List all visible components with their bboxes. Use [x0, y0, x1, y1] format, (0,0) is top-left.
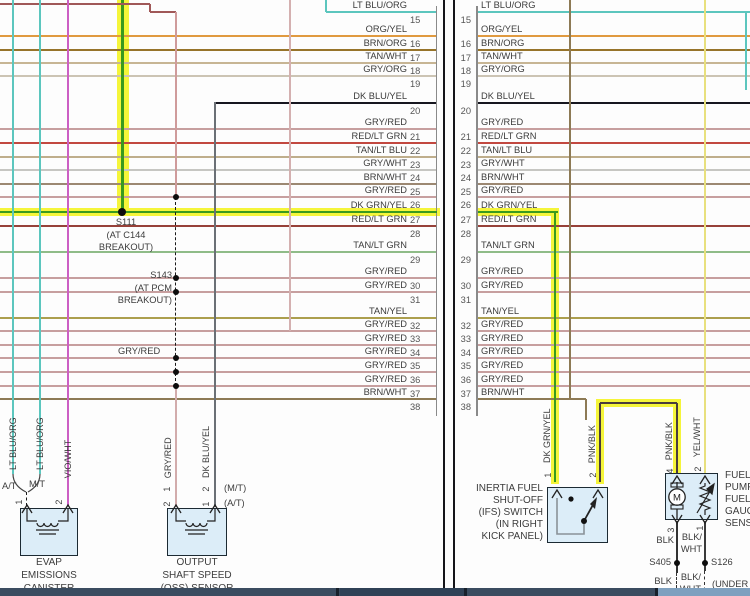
- evap-coil-icon: [26, 509, 69, 535]
- fuel-gauge-resistor-icon: [696, 482, 715, 515]
- diagram-symbol-layer: M: [12, 473, 715, 535]
- ifs-switch-icon: [556, 496, 597, 535]
- motor-letter: M: [673, 493, 681, 504]
- wiring-diagram-canvas: LT BLU/ORG 15 LT BLU/ORG 15 ORG/YEL 16 ORG/YEL…: [0, 0, 750, 596]
- brace-curve-right: [27, 473, 41, 493]
- brace-curve-left: [12, 473, 27, 493]
- connector-arrow-icons: [21, 474, 711, 525]
- fuel-pump-motor-icon: M: [668, 482, 686, 520]
- oss-coil-icon: [175, 509, 216, 535]
